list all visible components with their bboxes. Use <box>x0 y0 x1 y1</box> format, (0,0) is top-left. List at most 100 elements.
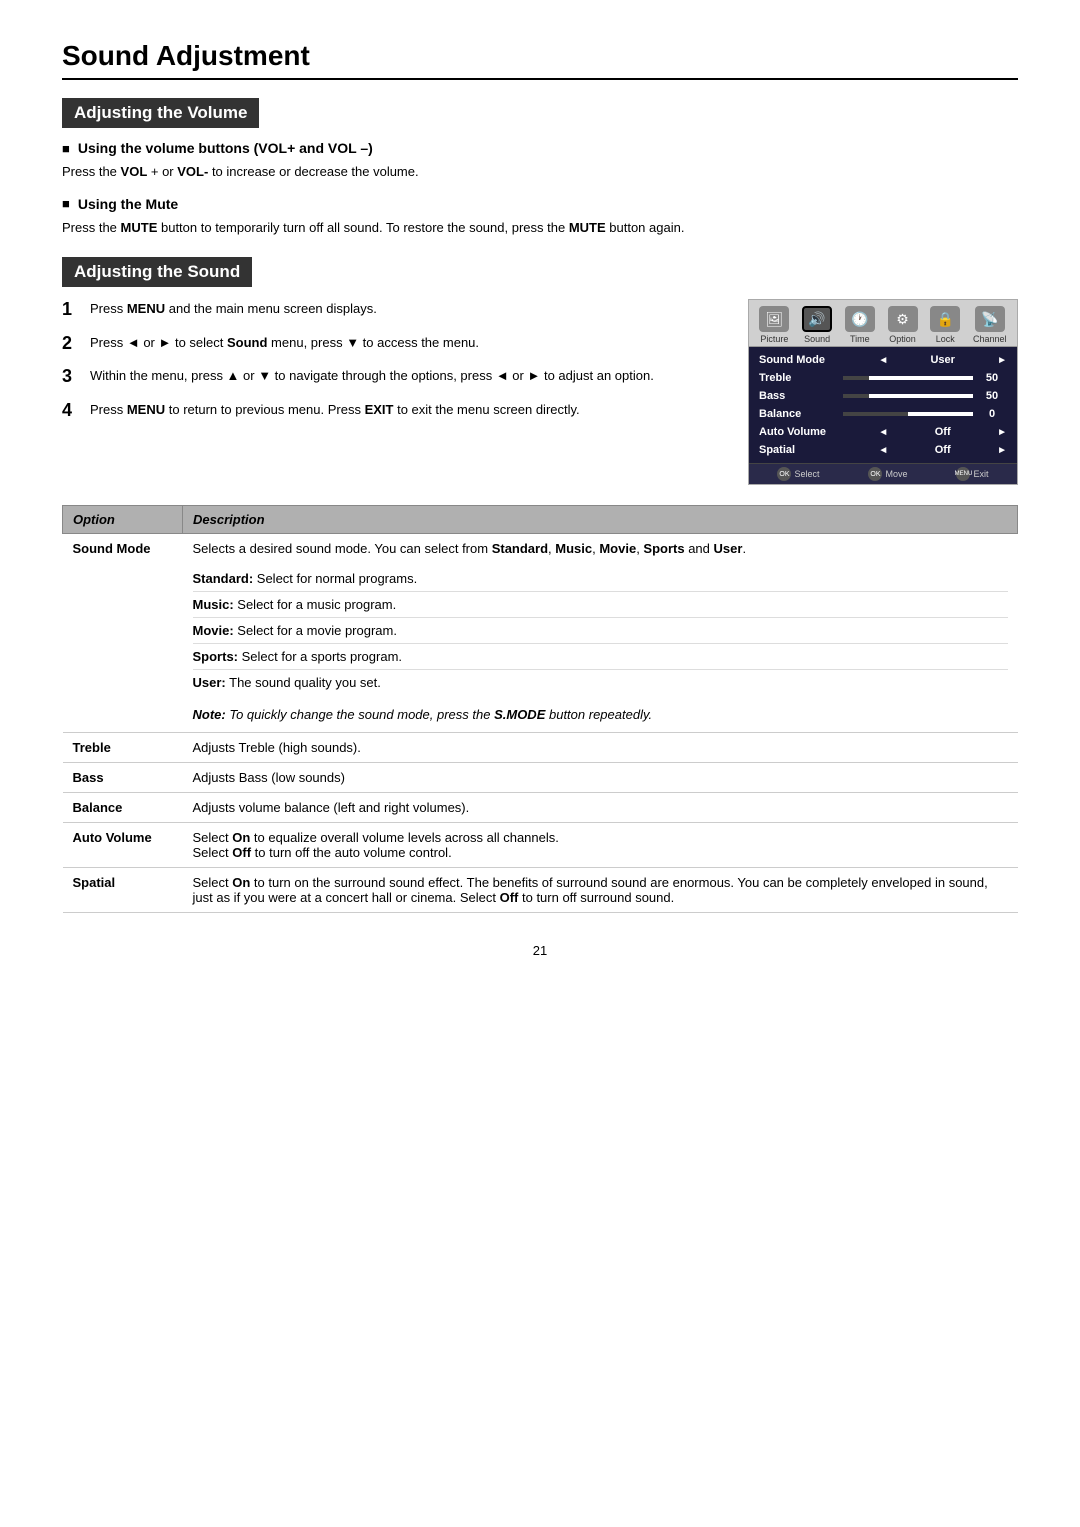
balance-bar-fill <box>908 412 973 416</box>
treble-value: 50 <box>977 372 1007 384</box>
step-4-text: Press MENU to return to previous menu. P… <box>90 400 724 422</box>
treble-desc: Adjusts Treble (high sounds). <box>183 732 1018 762</box>
menu-row-sound-mode: Sound Mode ◄ User ► <box>757 351 1009 369</box>
table-row-bass: Bass Adjusts Bass (low sounds) <box>63 762 1018 792</box>
step-1-num: 1 <box>62 299 80 321</box>
step-2-text: Press ◄ or ► to select Sound menu, press… <box>90 333 724 355</box>
table-row-spatial: Spatial Select On to turn on the surroun… <box>63 867 1018 912</box>
spatial-value: Off <box>928 444 958 456</box>
sound-mode-arrow-right: ► <box>997 355 1007 366</box>
bass-label: Bass <box>759 390 839 402</box>
bass-desc: Adjusts Bass (low sounds) <box>183 762 1018 792</box>
option-label: Option <box>889 334 916 344</box>
adjusting-sound-content: 1 Press MENU and the main menu screen di… <box>62 299 1018 485</box>
menu-footer: OK Select OK Move MENU Exit <box>749 463 1017 484</box>
menu-panel: 🖼 Picture 🔊 Sound 🕐 Time ⚙ Option 🔒 <box>748 299 1018 485</box>
table-header-description: Description <box>183 506 1018 534</box>
table-row-balance: Balance Adjusts volume balance (left and… <box>63 792 1018 822</box>
treble-option: Treble <box>63 732 183 762</box>
sub2-heading-text: Using the Mute <box>78 196 178 212</box>
sound-label: Sound <box>804 334 830 344</box>
balance-desc: Adjusts volume balance (left and right v… <box>183 792 1018 822</box>
spatial-arrow-left: ◄ <box>878 445 888 456</box>
bass-bar-fill <box>869 394 973 398</box>
table-row-treble: Treble Adjusts Treble (high sounds). <box>63 732 1018 762</box>
steps-column: 1 Press MENU and the main menu screen di… <box>62 299 724 485</box>
menu-icon-option: ⚙ Option <box>888 306 918 344</box>
sound-mode-arrow-left: ◄ <box>878 355 888 366</box>
sub2-heading: Using the Mute <box>62 196 1018 212</box>
time-icon: 🕐 <box>845 306 875 332</box>
menu-icon-time: 🕐 Time <box>845 306 875 344</box>
options-table: Option Description Sound Mode Selects a … <box>62 505 1018 913</box>
balance-option: Balance <box>63 792 183 822</box>
treble-bar-fill <box>869 376 973 380</box>
table-row-auto-volume: Auto Volume Select On to equalize overal… <box>63 822 1018 867</box>
step-1: 1 Press MENU and the main menu screen di… <box>62 299 724 321</box>
bass-value: 50 <box>977 390 1007 402</box>
menu-icon-sound: 🔊 Sound <box>802 306 832 344</box>
footer-ok-btn: OK <box>777 467 791 481</box>
step-4: 4 Press MENU to return to previous menu.… <box>62 400 724 422</box>
sound-mode-desc: Selects a desired sound mode. You can se… <box>183 534 1018 733</box>
footer-exit: MENU Exit <box>956 467 988 481</box>
auto-volume-arrow-left: ◄ <box>878 427 888 438</box>
auto-volume-label: Auto Volume <box>759 426 839 438</box>
table-header-row: Option Description <box>63 506 1018 534</box>
footer-menu-btn: MENU <box>956 467 970 481</box>
menu-icon-channel: 📡 Channel <box>973 306 1007 344</box>
step-1-text: Press MENU and the main menu screen disp… <box>90 299 724 321</box>
sub1-heading-text: Using the volume buttons (VOL+ and VOL –… <box>78 140 373 156</box>
step-2: 2 Press ◄ or ► to select Sound menu, pre… <box>62 333 724 355</box>
sub1-heading: Using the volume buttons (VOL+ and VOL –… <box>62 140 1018 156</box>
step-4-num: 4 <box>62 400 80 422</box>
footer-move-btn: OK <box>868 467 882 481</box>
bass-bar <box>843 394 973 398</box>
adjusting-volume-heading: Adjusting the Volume <box>62 98 259 128</box>
step-3-num: 3 <box>62 366 80 388</box>
menu-row-spatial: Spatial ◄ Off ► <box>757 441 1009 459</box>
adjusting-volume-section: Adjusting the Volume Using the volume bu… <box>62 98 1018 237</box>
adjusting-sound-section: Adjusting the Sound 1 Press MENU and the… <box>62 257 1018 485</box>
menu-row-auto-volume: Auto Volume ◄ Off ► <box>757 423 1009 441</box>
channel-label: Channel <box>973 334 1007 344</box>
menu-icon-lock: 🔒 Lock <box>930 306 960 344</box>
auto-volume-desc: Select On to equalize overall volume lev… <box>183 822 1018 867</box>
treble-label: Treble <box>759 372 839 384</box>
footer-select-label: Select <box>794 469 819 479</box>
menu-icon-picture: 🖼 Picture <box>759 306 789 344</box>
step-2-num: 2 <box>62 333 80 355</box>
page-number: 21 <box>62 943 1018 958</box>
spatial-label: Spatial <box>759 444 839 456</box>
lock-label: Lock <box>936 334 955 344</box>
spatial-arrow-right: ► <box>997 445 1007 456</box>
time-label: Time <box>850 334 870 344</box>
option-icon: ⚙ <box>888 306 918 332</box>
sound-mode-note: Note: To quickly change the sound mode, … <box>193 707 653 722</box>
step-3: 3 Within the menu, press ▲ or ▼ to navig… <box>62 366 724 388</box>
sub2-body: Press the MUTE button to temporarily tur… <box>62 218 1018 238</box>
treble-bar <box>843 376 973 380</box>
table-header-option: Option <box>63 506 183 534</box>
auto-volume-arrow-right: ► <box>997 427 1007 438</box>
lock-icon: 🔒 <box>930 306 960 332</box>
table-row-sound-mode: Sound Mode Selects a desired sound mode.… <box>63 534 1018 733</box>
menu-row-bass: Bass 50 <box>757 387 1009 405</box>
sound-icon: 🔊 <box>802 306 832 332</box>
balance-bar <box>843 412 973 416</box>
channel-icon: 📡 <box>975 306 1005 332</box>
footer-move-label: Move <box>885 469 907 479</box>
balance-label: Balance <box>759 408 839 420</box>
sound-mode-value: User <box>928 354 958 366</box>
adjusting-sound-heading: Adjusting the Sound <box>62 257 252 287</box>
page-title: Sound Adjustment <box>62 40 1018 80</box>
sound-mode-label: Sound Mode <box>759 354 839 366</box>
menu-body: Sound Mode ◄ User ► Treble 50 Bass <box>749 347 1017 463</box>
menu-icons-row: 🖼 Picture 🔊 Sound 🕐 Time ⚙ Option 🔒 <box>749 300 1017 347</box>
balance-value: 0 <box>977 408 1007 420</box>
sub1-body: Press the VOL + or VOL- to increase or d… <box>62 162 1018 182</box>
auto-volume-option: Auto Volume <box>63 822 183 867</box>
bass-option: Bass <box>63 762 183 792</box>
spatial-desc: Select On to turn on the surround sound … <box>183 867 1018 912</box>
menu-row-treble: Treble 50 <box>757 369 1009 387</box>
